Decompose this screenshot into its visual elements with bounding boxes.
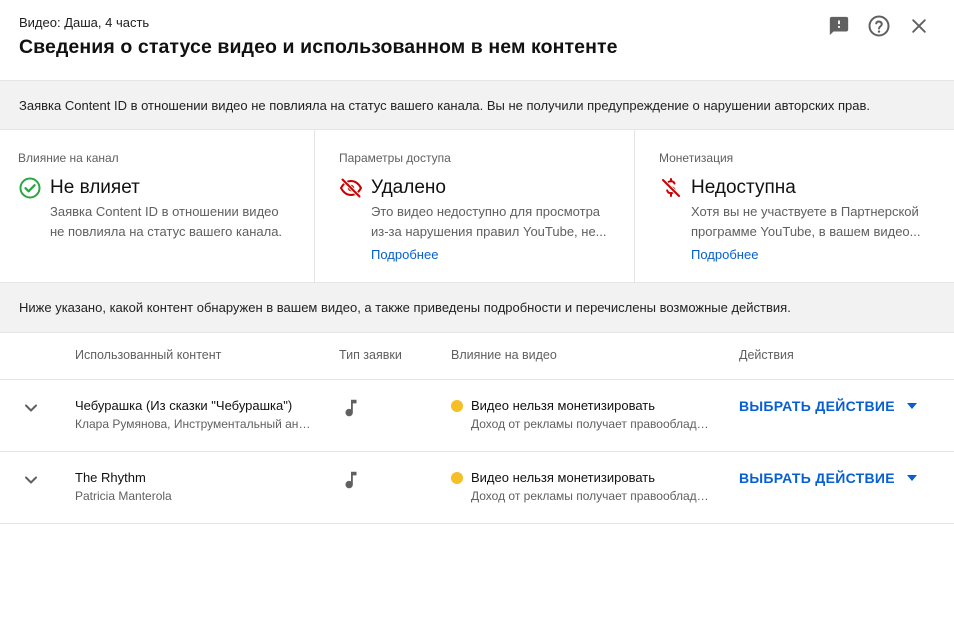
card-status: Удалено <box>371 177 446 198</box>
learn-more-link[interactable]: Подробнее <box>691 247 758 262</box>
card-desc-line: не повлияла на статус вашего канала. <box>50 224 283 239</box>
card-label: Монетизация <box>659 151 734 165</box>
card-desc-line: Хотя вы не участвуете в Партнерской <box>691 204 919 219</box>
card-desc-line: Заявка Content ID в отношении видео <box>50 204 279 219</box>
content-title: Чебурашка (Из сказки "Чебурашка") <box>75 398 293 413</box>
info-text: Ниже указано, какой контент обнаружен в … <box>19 300 791 315</box>
card-label: Влияние на канал <box>18 151 119 165</box>
card-desc-line: из-за нарушения правил YouTube, не... <box>371 224 607 239</box>
video-subtitle: Видео: Даша, 4 часть <box>19 15 150 30</box>
dropdown-arrow-icon <box>906 475 917 481</box>
channel-impact-card: Влияние на канал Не влияет Заявка Conten… <box>0 130 320 282</box>
music-note-icon <box>340 397 362 419</box>
impact-detail: Доход от рекламы получает правообладател… <box>471 417 711 431</box>
card-description: Хотя вы не участвуете в Партнерской прог… <box>691 202 931 242</box>
card-status: Недоступна <box>691 177 796 198</box>
close-icon[interactable] <box>905 12 933 40</box>
column-header-actions: Действия <box>739 348 794 362</box>
money-off-icon <box>659 176 683 200</box>
select-action-button[interactable]: ВЫБРАТЬ ДЕЙСТВИЕ <box>739 396 917 416</box>
content-artist: Patricia Manterola <box>75 489 172 503</box>
card-label: Параметры доступа <box>339 151 451 165</box>
content-artist: Клара Румянова, Инструментальный ансамбл… <box>75 417 311 431</box>
check-circle-icon <box>18 176 42 200</box>
dropdown-arrow-icon <box>906 403 917 409</box>
status-cards: Влияние на канал Не влияет Заявка Conten… <box>0 130 954 283</box>
status-dot <box>451 400 463 412</box>
dialog-title: Сведения о статусе видео и использованно… <box>19 36 618 58</box>
banner-text: Заявка Content ID в отношении видео не п… <box>19 98 871 113</box>
card-description: Заявка Content ID в отношении видео не п… <box>50 202 290 242</box>
select-action-label: ВЫБРАТЬ ДЕЙСТВИЕ <box>739 470 895 486</box>
column-header-claim-type: Тип заявки <box>339 348 402 362</box>
column-header-content: Использованный контент <box>75 348 222 362</box>
help-icon[interactable] <box>865 12 893 40</box>
feedback-icon[interactable] <box>825 12 853 40</box>
status-dot <box>451 472 463 484</box>
music-note-icon <box>340 469 362 491</box>
table-row: Чебурашка (Из сказки "Чебурашка") Клара … <box>0 380 954 452</box>
visibility-off-icon <box>339 176 363 200</box>
card-desc-line: программе YouTube, в вашем видео... <box>691 224 921 239</box>
impact-title: Видео нельзя монетизировать <box>471 398 656 413</box>
table-header: Использованный контент Тип заявки Влияни… <box>0 333 954 380</box>
table-row: The Rhythm Patricia Manterola Видео нель… <box>0 452 954 524</box>
impact-detail: Доход от рекламы получает правообладател… <box>471 489 711 503</box>
learn-more-link[interactable]: Подробнее <box>371 247 438 262</box>
content-title: The Rhythm <box>75 470 146 485</box>
copyright-banner: Заявка Content ID в отношении видео не п… <box>0 80 954 130</box>
select-action-button[interactable]: ВЫБРАТЬ ДЕЙСТВИЕ <box>739 468 917 488</box>
impact-title: Видео нельзя монетизировать <box>471 470 656 485</box>
chevron-down-icon[interactable] <box>19 396 43 420</box>
monetization-card: Монетизация Недоступна Хотя вы не участв… <box>634 130 954 282</box>
access-settings-card: Параметры доступа Удалено Это видео недо… <box>314 130 634 282</box>
column-header-impact: Влияние на видео <box>451 348 557 362</box>
card-status: Не влияет <box>50 177 140 198</box>
dialog-header: Видео: Даша, 4 часть Сведения о статусе … <box>0 0 954 80</box>
select-action-label: ВЫБРАТЬ ДЕЙСТВИЕ <box>739 398 895 414</box>
chevron-down-icon[interactable] <box>19 468 43 492</box>
content-info-banner: Ниже указано, какой контент обнаружен в … <box>0 283 954 333</box>
card-desc-line: Это видео недоступно для просмотра <box>371 204 601 219</box>
card-description: Это видео недоступно для просмотра из-за… <box>371 202 611 242</box>
